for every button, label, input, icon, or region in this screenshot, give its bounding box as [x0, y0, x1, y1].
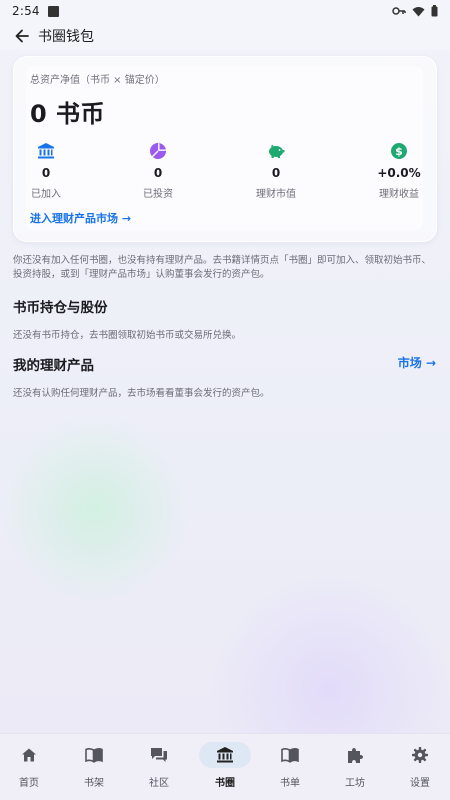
status-bar: 2:54: [0, 0, 450, 22]
nav-item-settings[interactable]: 设置: [388, 742, 450, 794]
nav-item-bookcircle[interactable]: 书圈: [193, 742, 257, 794]
market-button[interactable]: 市场 →: [398, 354, 436, 371]
app-bar: 书圈钱包: [0, 22, 450, 50]
nav-item-workshop[interactable]: 工坊: [323, 742, 387, 794]
status-time: 2:54: [12, 4, 40, 18]
piggy-bank-icon: [267, 142, 285, 160]
stat-value: 0: [271, 166, 281, 180]
stat-label: 已投资: [143, 189, 173, 200]
nav-label: 设置: [410, 778, 430, 789]
nav-item-community[interactable]: 社区: [127, 742, 191, 794]
stat-value: +0.0%: [377, 166, 421, 180]
stats-row: 0 已加入 0 已投资 0 理财市值 $ +0.0% 理财收益: [30, 142, 422, 202]
stat-joined: 0 已加入: [18, 142, 74, 200]
stat-value: 0: [153, 166, 163, 180]
nav-item-bookshelf[interactable]: 书架: [62, 742, 126, 794]
stat-invested: 0 已投资: [130, 142, 186, 200]
nav-item-booklist[interactable]: 书单: [258, 742, 322, 794]
nav-label: 社区: [149, 778, 169, 789]
chat-icon: [133, 742, 185, 768]
page-title: 书圈钱包: [38, 29, 94, 45]
holdings-empty-text: 还没有书币持仓，去书圈领取初始书币或交易所兑换。: [13, 330, 242, 341]
dollar-circle-icon: $: [390, 142, 408, 160]
wifi-icon: [412, 6, 425, 17]
nav-item-home[interactable]: 首页: [0, 742, 61, 794]
key-icon: [392, 6, 406, 16]
book-open-icon: [264, 742, 316, 768]
arrow-left-icon[interactable]: [12, 26, 32, 46]
nav-label: 书圈: [215, 778, 235, 789]
bottom-nav: 首页 书架 社区 书圈 书单 工坊 设置: [0, 733, 450, 800]
enter-market-link[interactable]: 进入理财产品市场 →: [30, 210, 131, 226]
svg-text:$: $: [395, 145, 403, 158]
bank-icon: [37, 142, 55, 160]
stat-label: 理财收益: [379, 189, 419, 200]
products-title: 我的理财产品: [13, 358, 94, 374]
bank-icon: [199, 742, 251, 768]
net-asset-caption: 总资产净值（书币 × 锚定价）: [30, 75, 165, 86]
gear-icon: [394, 742, 446, 768]
book-open-icon: [68, 742, 120, 768]
nav-label: 工坊: [345, 778, 365, 789]
products-empty-text: 还没有认购任何理财产品，去市场看看董事会发行的资产包。: [13, 388, 270, 399]
home-icon: [3, 742, 55, 768]
puzzle-icon: [329, 742, 381, 768]
stat-wm-value: 0 理财市值: [248, 142, 304, 200]
notification-square-icon: [47, 5, 59, 17]
nav-label: 首页: [19, 778, 39, 789]
balance-value: 0 书币: [30, 100, 106, 128]
stat-wm-return: $ +0.0% 理财收益: [371, 142, 427, 200]
stat-label: 理财市值: [256, 189, 296, 200]
empty-hint: 你还没有加入任何书圈，也没有持有理财产品。去书籍详情页点「书圈」即可加入、领取初…: [13, 255, 432, 280]
stat-label: 已加入: [31, 189, 61, 200]
nav-label: 书架: [84, 778, 104, 789]
holdings-title: 书币持仓与股份: [13, 300, 108, 316]
nav-label: 书单: [280, 778, 300, 789]
pie-chart-icon: [149, 142, 167, 160]
battery-icon: [431, 5, 438, 17]
stat-value: 0: [41, 166, 51, 180]
